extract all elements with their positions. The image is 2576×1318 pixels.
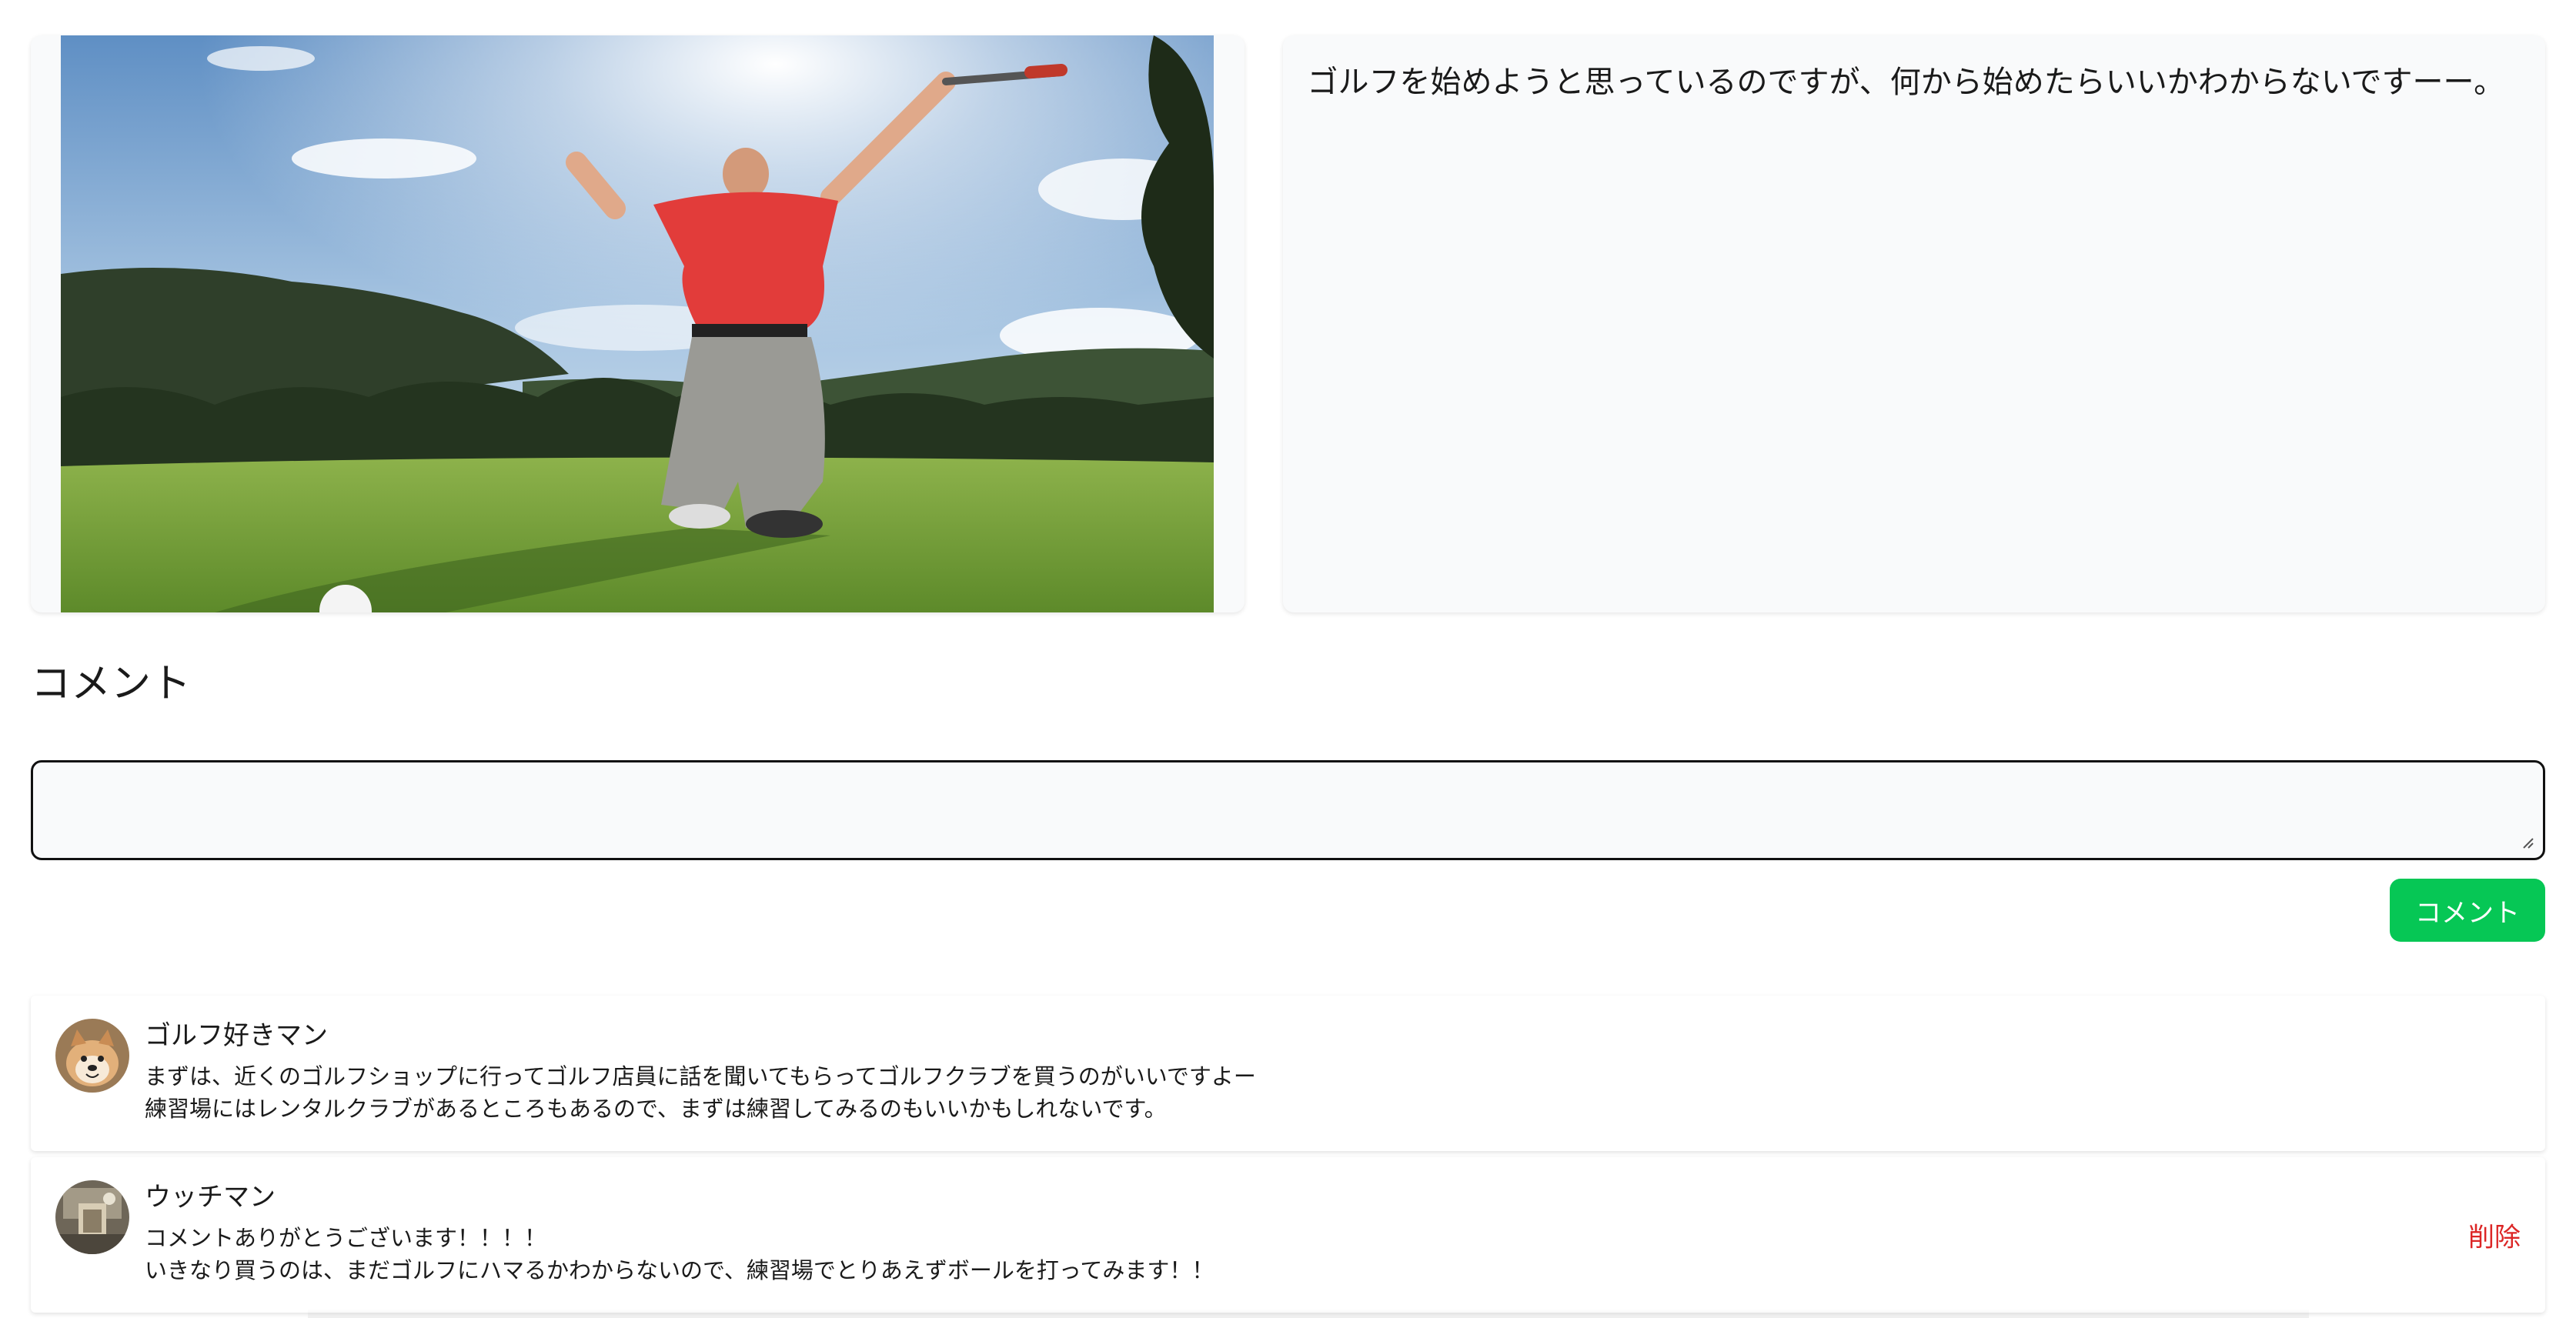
post-top-row: ゴルフを始めようと思っているのですが、何から始めたらいいかわからないですーー。 bbox=[31, 35, 2545, 612]
room-photo-avatar-icon[interactable] bbox=[55, 1180, 129, 1254]
comment-input-wrap bbox=[31, 760, 2545, 860]
post-detail-page: ゴルフを始めようと思っているのですが、何から始めたらいいかわからないですーー。 … bbox=[0, 0, 2576, 1318]
post-image bbox=[61, 35, 1214, 612]
comments-section-title: コメント bbox=[31, 661, 192, 707]
resize-handle-icon[interactable] bbox=[2519, 834, 2534, 849]
comment-item: ウッチマン コメントありがとうございます！！！！ いきなり買うのは、まだゴルフに… bbox=[31, 1157, 2545, 1313]
post-body-text: ゴルフを始めようと思っているのですが、何から始めたらいいかわからないですーー。 bbox=[1307, 65, 2505, 100]
comment-submit-button[interactable]: コメント bbox=[2390, 879, 2545, 942]
post-image-card bbox=[31, 35, 1245, 612]
comment-list: ゴルフ好きマン まずは、近くのゴルフショップに行ってゴルフ店員に話を聞いてもらっ… bbox=[31, 996, 2545, 1313]
comment-text: まずは、近くのゴルフショップに行ってゴルフ店員に話を聞いてもらってゴルフクラブを… bbox=[145, 1063, 1256, 1122]
comment-input[interactable] bbox=[31, 760, 2545, 860]
comment-content: ゴルフ好きマン まずは、近くのゴルフショップに行ってゴルフ店員に話を聞いてもらっ… bbox=[145, 1019, 2521, 1125]
comment-author: ゴルフ好きマン bbox=[145, 1020, 328, 1051]
post-body-card: ゴルフを始めようと思っているのですが、何から始めたらいいかわからないですーー。 bbox=[1282, 35, 2545, 612]
comment-submit-row: コメント bbox=[31, 879, 2545, 942]
comment-item: ゴルフ好きマン まずは、近くのゴルフショップに行ってゴルフ店員に話を聞いてもらっ… bbox=[31, 996, 2545, 1151]
comment-author: ウッチマン bbox=[145, 1182, 276, 1213]
shiba-dog-avatar-icon[interactable] bbox=[55, 1019, 129, 1093]
delete-comment-button[interactable]: 削除 bbox=[2468, 1216, 2521, 1254]
bottom-scroll-shadow bbox=[308, 1309, 2309, 1318]
comment-content: ウッチマン コメントありがとうございます！！！！ いきなり買うのは、まだゴルフに… bbox=[145, 1180, 2521, 1286]
comment-text: コメントありがとうございます！！！！ いきなり買うのは、まだゴルフにハマるかわか… bbox=[145, 1225, 1214, 1283]
